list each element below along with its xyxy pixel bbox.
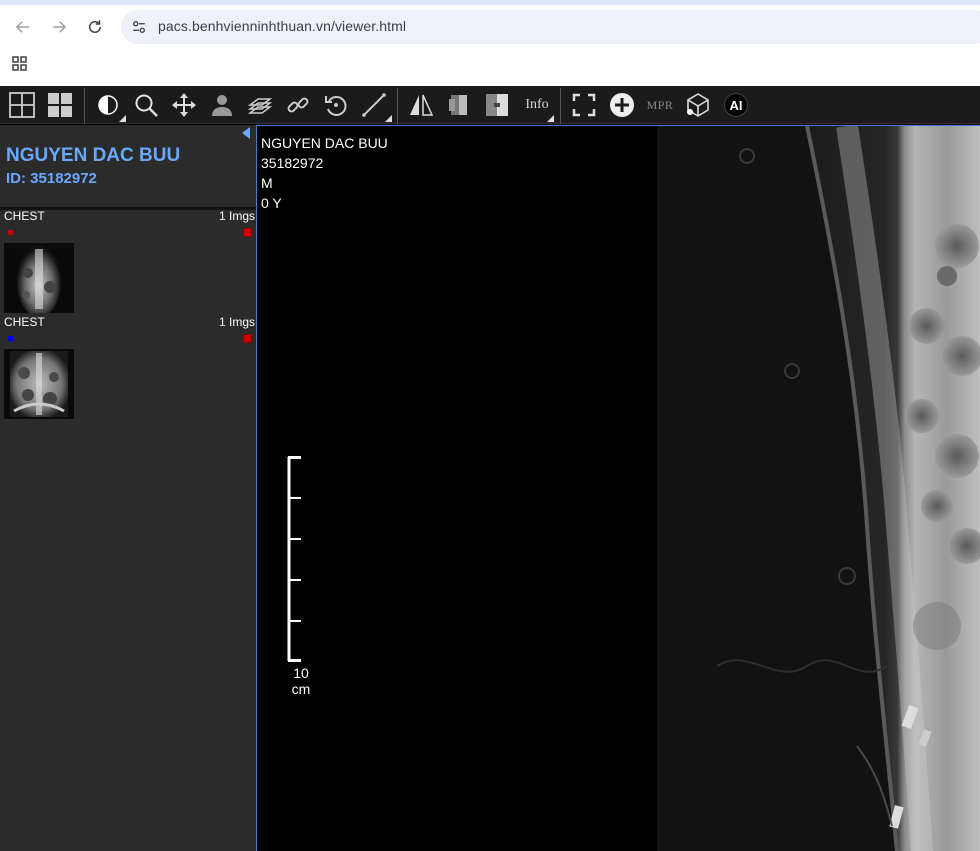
- apps-button[interactable]: [10, 54, 30, 74]
- stack-button[interactable]: [244, 89, 276, 121]
- patient-id: ID: 35182972: [6, 170, 97, 187]
- overlay-patient-name: NGUYEN DAC BUU: [261, 135, 388, 151]
- reset-button[interactable]: [481, 89, 513, 121]
- toolbar-separator: [560, 88, 561, 124]
- tiles-icon: [48, 93, 72, 117]
- series-thumbnail[interactable]: [4, 243, 74, 313]
- cube-3d-icon: [687, 93, 709, 117]
- patient-info-button[interactable]: [206, 89, 238, 121]
- rotate-button[interactable]: [320, 89, 352, 121]
- series-thumbnail[interactable]: [4, 349, 74, 419]
- series-status-marker: [243, 228, 252, 237]
- xray-thumbnail-image: [4, 349, 74, 419]
- fullscreen-button[interactable]: [568, 89, 600, 121]
- overlay-patient-id: 35182972: [261, 155, 324, 171]
- series-image-count: 1 Imgs: [218, 315, 255, 329]
- series-label: CHEST: [4, 315, 45, 329]
- add-button[interactable]: [606, 89, 638, 121]
- site-info-button[interactable]: [128, 16, 150, 38]
- invert-icon: [449, 95, 467, 115]
- mpr-button[interactable]: MPR: [643, 89, 677, 121]
- link-series-button[interactable]: [282, 89, 314, 121]
- series-label: CHEST: [4, 209, 45, 223]
- url-text[interactable]: pacs.benhvienninhthuan.vn/viewer.html: [158, 18, 406, 34]
- scale-ruler: [287, 456, 301, 662]
- image-viewport[interactable]: NGUYEN DAC BUU 35182972 M 0 Y 10 cm: [256, 125, 980, 851]
- overlay-patient-sex: M: [261, 175, 273, 191]
- 3d-button[interactable]: [682, 89, 714, 121]
- series-image-count: 1 Imgs: [218, 209, 255, 223]
- plus-circle-icon: [610, 93, 634, 117]
- magnifier-icon: [135, 94, 158, 117]
- arrow-right-icon: [53, 21, 67, 33]
- invert-button[interactable]: [443, 89, 475, 121]
- toolbar-separator: [397, 88, 398, 124]
- back-button[interactable]: [11, 15, 35, 39]
- dropdown-corner-icon[interactable]: [547, 115, 554, 122]
- move-arrows-icon: [172, 93, 196, 117]
- series-item[interactable]: CHEST 1 Imgs: [0, 315, 256, 421]
- collapse-sidebar-icon[interactable]: [242, 127, 250, 139]
- contrast-icon: [98, 95, 118, 115]
- layout-series-button[interactable]: [6, 89, 38, 121]
- reload-button[interactable]: [83, 15, 107, 39]
- forward-button[interactable]: [47, 15, 71, 39]
- xray-thumbnail-image: [4, 243, 74, 313]
- ai-button[interactable]: AI: [720, 89, 752, 121]
- browser-frame-edge: [0, 0, 980, 5]
- overlay-patient-age: 0 Y: [261, 195, 282, 211]
- dropdown-corner-icon[interactable]: [385, 115, 392, 122]
- layout-image-button[interactable]: [44, 89, 76, 121]
- reload-icon: [89, 20, 101, 33]
- split-square-icon: [486, 94, 508, 116]
- arrow-left-icon: [15, 21, 29, 33]
- person-icon: [212, 95, 232, 116]
- tune-icon: [133, 21, 145, 33]
- chain-link-icon: [287, 97, 309, 113]
- pan-button[interactable]: [168, 89, 200, 121]
- flip-button[interactable]: [405, 89, 437, 121]
- grid-layout-icon: [9, 92, 35, 118]
- toolbar-separator: [84, 88, 85, 124]
- fullscreen-icon: [572, 93, 596, 117]
- flip-horizontal-icon: [410, 94, 434, 116]
- xray-image: [657, 126, 980, 851]
- dropdown-corner-icon[interactable]: [119, 115, 126, 122]
- series-status-marker: [243, 334, 252, 343]
- ruler-line-icon: [362, 93, 386, 117]
- ai-badge: AI: [724, 93, 748, 117]
- layers-icon: [247, 98, 273, 114]
- ruler-value: 10: [293, 665, 309, 681]
- zoom-button[interactable]: [130, 89, 162, 121]
- ruler-unit: cm: [291, 681, 311, 697]
- series-color-dot: [8, 230, 13, 235]
- rotate-icon: [325, 96, 347, 116]
- series-item[interactable]: CHEST 1 Imgs: [0, 209, 256, 315]
- series-sidebar: NGUYEN DAC BUU ID: 35182972 CHEST 1 Imgs: [0, 125, 256, 851]
- patient-name: NGUYEN DAC BUU: [6, 145, 181, 166]
- series-color-dot: [8, 336, 13, 341]
- viewer-toolbar: Info MPR AI: [0, 86, 980, 124]
- browser-chrome: pacs.benhvienninhthuan.vn/viewer.html: [0, 0, 980, 86]
- apps-grid-icon: [12, 56, 27, 71]
